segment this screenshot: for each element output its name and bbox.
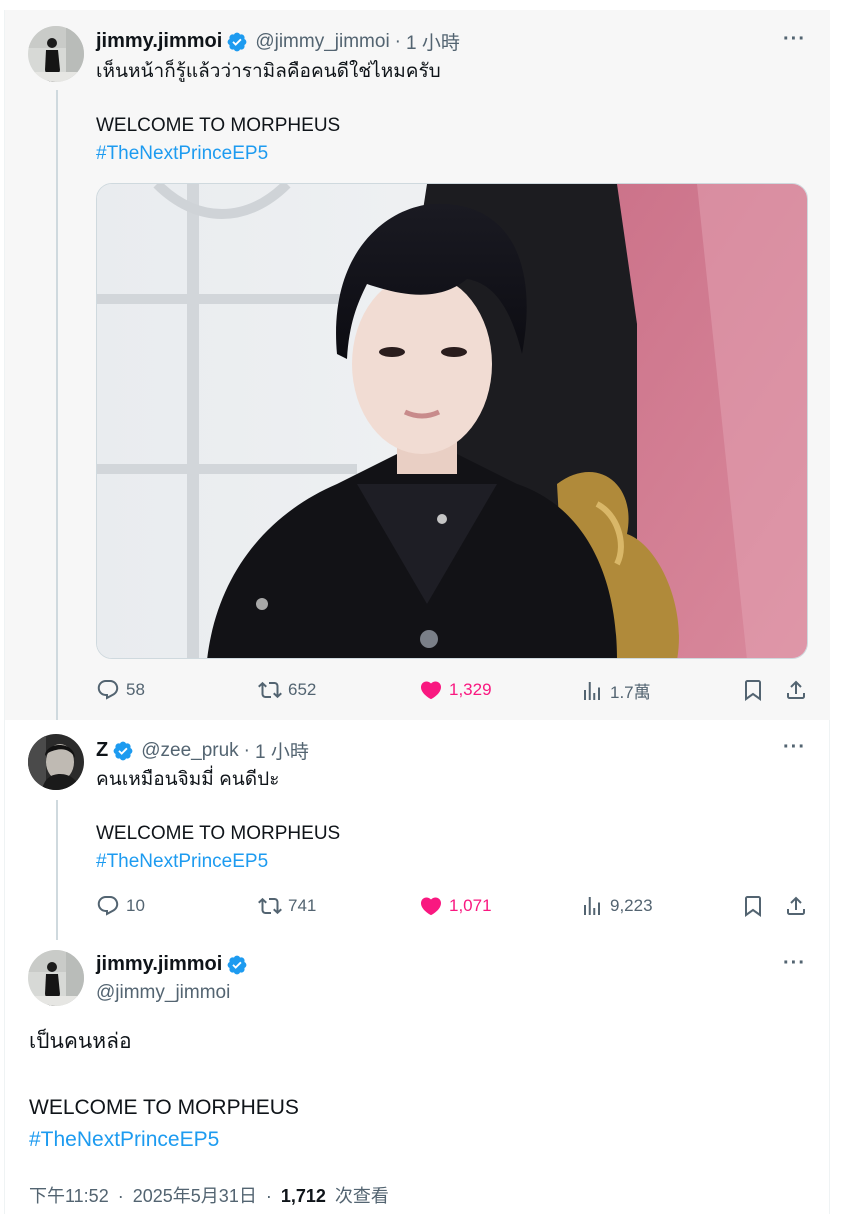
verified-badge-icon: [226, 31, 248, 53]
repost-button[interactable]: 741: [258, 894, 316, 918]
reply-button[interactable]: 10: [96, 894, 145, 918]
author-handle[interactable]: @jimmy_jimmoi: [96, 979, 230, 1007]
reply-button[interactable]: 58: [96, 678, 145, 702]
tweet-text-line1: คนเหมือนจิมมี่ คนดีปะ: [96, 769, 280, 790]
repost-icon: [258, 897, 282, 915]
author-name[interactable]: jimmy.jimmoi: [96, 953, 222, 976]
avatar[interactable]: [28, 734, 84, 790]
view-count: 1,712: [280, 1186, 326, 1206]
hashtag-link[interactable]: #TheNextPrinceEP5: [29, 1125, 219, 1155]
bookmark-icon[interactable]: [741, 894, 765, 923]
heart-icon: [420, 897, 442, 916]
more-icon[interactable]: ···: [783, 953, 806, 973]
reply-icon: [97, 896, 119, 916]
author-handle[interactable]: @zee_pruk: [141, 740, 238, 762]
tweet-text-line2: WELCOME TO MORPHEUS: [96, 823, 341, 844]
author-name[interactable]: Z: [96, 739, 108, 762]
views-icon: [584, 897, 600, 915]
tweet-text-line1: เห็นหน้าก็รู้แล้วว่ารามิลคือคนดีใช่ไหมคร…: [96, 61, 441, 82]
hashtag-link[interactable]: #TheNextPrinceEP5: [96, 140, 268, 168]
separator-dot: ·: [243, 739, 250, 761]
verified-badge-icon: [112, 740, 134, 762]
view-count: 1.7萬: [610, 683, 651, 702]
separator-dot: ·: [265, 1186, 272, 1206]
avatar[interactable]: [28, 26, 84, 82]
share-icon[interactable]: [784, 894, 808, 923]
tweet-meta: 下午11:52 · 2025年5月31日 · 1,712 次查看: [29, 1182, 389, 1208]
verified-badge-icon: [226, 954, 248, 976]
separator-dot: ·: [117, 1186, 124, 1206]
separator-dot: ·: [394, 30, 401, 52]
reply-count: 58: [126, 680, 145, 699]
repost-count: 652: [288, 680, 317, 699]
post-date[interactable]: 2025年5月31日: [133, 1186, 257, 1206]
tweet-photo[interactable]: [96, 183, 808, 659]
heart-icon: [420, 681, 442, 700]
thread-line: [56, 800, 58, 940]
timestamp[interactable]: 1 小時: [255, 737, 309, 764]
thread-line: [56, 90, 58, 720]
view-count: 9,223: [610, 896, 653, 915]
tweet-text-line2: WELCOME TO MORPHEUS: [29, 1096, 299, 1119]
like-count: 1,329: [449, 680, 492, 699]
repost-count: 741: [288, 896, 317, 915]
repost-icon: [258, 681, 282, 699]
reply-count: 10: [126, 896, 145, 915]
author-name[interactable]: jimmy.jimmoi: [96, 30, 222, 53]
tweet-text-line2: WELCOME TO MORPHEUS: [96, 115, 341, 136]
hashtag-link[interactable]: #TheNextPrinceEP5: [96, 848, 268, 876]
more-icon[interactable]: ···: [783, 29, 806, 49]
author-handle[interactable]: @jimmy_jimmoi: [255, 31, 389, 53]
like-button[interactable]: 1,329: [419, 678, 492, 702]
views-icon: [584, 681, 600, 700]
reply-icon: [97, 680, 119, 700]
views-button[interactable]: 9,223: [580, 894, 653, 918]
share-icon[interactable]: [784, 678, 808, 707]
repost-button[interactable]: 652: [258, 678, 316, 702]
timestamp[interactable]: 1 小時: [406, 28, 460, 55]
like-count: 1,071: [449, 896, 492, 915]
avatar[interactable]: [28, 950, 84, 1006]
more-icon[interactable]: ···: [783, 737, 806, 757]
bookmark-icon[interactable]: [741, 678, 765, 707]
post-time[interactable]: 下午11:52: [29, 1186, 109, 1206]
tweet-1[interactable]: jimmy.jimmoi @jimmy_jimmoi · 1 小時 ··· เห…: [5, 10, 830, 720]
view-label: 次查看: [334, 1186, 389, 1206]
timeline-column: jimmy.jimmoi @jimmy_jimmoi · 1 小時 ··· เห…: [4, 10, 830, 1214]
like-button[interactable]: 1,071: [419, 894, 492, 918]
tweet-text-line1: เป็นคนหล่อ: [29, 1030, 132, 1053]
views-button[interactable]: 1.7萬: [580, 678, 651, 703]
